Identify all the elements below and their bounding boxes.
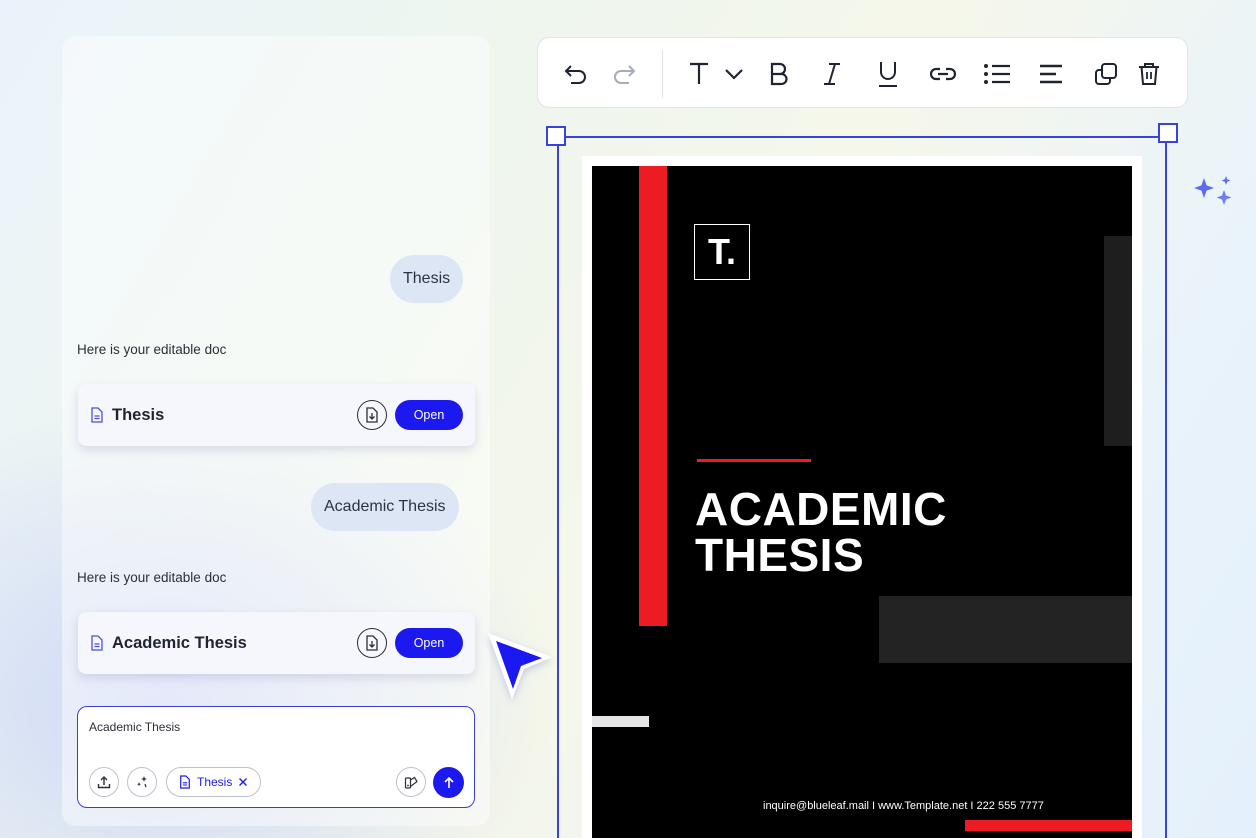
bullet-list-button[interactable] xyxy=(981,58,1013,90)
user-message-text: Academic Thesis xyxy=(324,498,446,515)
close-icon[interactable] xyxy=(238,777,248,787)
palette-icon xyxy=(404,776,418,789)
resize-handle-top-right[interactable] xyxy=(1158,123,1178,143)
upload-icon xyxy=(97,776,111,789)
arrow-up-icon xyxy=(443,776,454,788)
sparkle-icon xyxy=(1194,176,1232,205)
link-icon xyxy=(929,67,957,81)
doc-card[interactable]: Academic Thesis Open xyxy=(78,612,475,674)
undo-icon xyxy=(564,65,586,84)
user-message-bubble: Academic Thesis xyxy=(311,483,459,531)
undo-button[interactable] xyxy=(560,58,592,90)
bold-button[interactable] xyxy=(763,58,795,90)
download-button[interactable] xyxy=(357,628,387,658)
toolbar-divider xyxy=(662,50,663,98)
assistant-reply-text: Here is your editable doc xyxy=(77,570,227,585)
selection-frame xyxy=(557,136,1167,838)
open-button[interactable]: Open xyxy=(395,628,463,658)
editor-toolbar xyxy=(537,37,1188,108)
bold-icon xyxy=(770,62,788,86)
link-button[interactable] xyxy=(927,58,959,90)
composer-input[interactable]: Academic Thesis xyxy=(89,720,180,734)
underline-button[interactable] xyxy=(872,58,904,90)
align-left-icon xyxy=(1040,64,1062,84)
text-style-dropdown[interactable] xyxy=(684,58,748,90)
bullet-list-icon xyxy=(984,64,1010,84)
italic-icon xyxy=(824,63,840,85)
design-style-button[interactable] xyxy=(396,767,426,797)
assistant-reply-text: Here is your editable doc xyxy=(77,342,227,357)
document-icon xyxy=(90,635,104,651)
resize-handle-top-left[interactable] xyxy=(546,126,566,146)
underline-icon xyxy=(879,62,897,87)
delete-button[interactable] xyxy=(1133,58,1165,90)
align-left-button[interactable] xyxy=(1035,58,1067,90)
delete-icon xyxy=(1139,63,1159,85)
ai-magic-button[interactable] xyxy=(127,767,157,797)
doc-card[interactable]: Thesis Open xyxy=(78,384,475,446)
user-message-text: Thesis xyxy=(403,270,451,287)
text-style-icon xyxy=(690,62,743,84)
doc-card-title: Thesis xyxy=(112,405,165,424)
upload-button[interactable] xyxy=(89,767,119,797)
document-icon xyxy=(180,775,190,789)
duplicate-icon xyxy=(1095,63,1117,85)
download-button[interactable] xyxy=(357,400,387,430)
pointer-cursor-icon xyxy=(488,633,552,699)
doc-card-title: Academic Thesis xyxy=(112,633,247,652)
magic-sparkle-icon xyxy=(137,776,147,788)
duplicate-button[interactable] xyxy=(1090,58,1122,90)
download-file-icon xyxy=(366,635,378,651)
document-icon xyxy=(90,407,104,423)
attachment-chip-label: Thesis xyxy=(197,775,233,789)
redo-icon xyxy=(614,65,636,84)
open-button[interactable]: Open xyxy=(395,400,463,430)
download-file-icon xyxy=(366,407,378,423)
italic-button[interactable] xyxy=(816,58,848,90)
message-composer[interactable]: Academic Thesis Thesis xyxy=(77,706,475,808)
redo-button[interactable] xyxy=(608,58,640,90)
send-button[interactable] xyxy=(433,767,464,798)
attachment-chip[interactable]: Thesis xyxy=(166,767,262,797)
user-message-bubble: Thesis xyxy=(390,255,464,303)
